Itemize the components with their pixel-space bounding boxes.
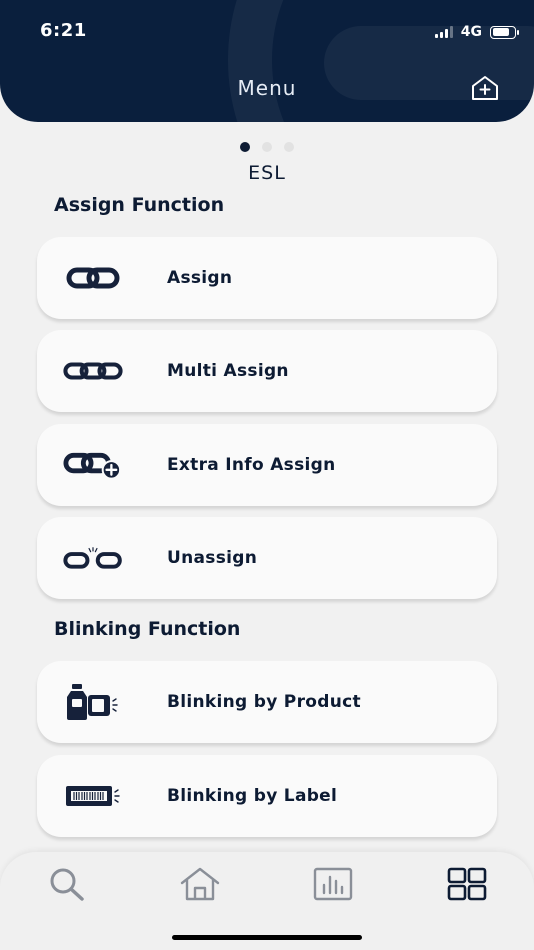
- header: 6:21 4G Menu: [0, 0, 534, 122]
- multi-assign-button[interactable]: Multi Assign: [37, 330, 497, 412]
- unassign-button[interactable]: Unassign: [37, 517, 497, 599]
- blinking-function-title: Blinking Function: [54, 618, 241, 640]
- multi-assign-label: Multi Assign: [167, 361, 289, 381]
- unlink-icon: [63, 535, 123, 581]
- page-dot[interactable]: [284, 142, 294, 152]
- product-blink-icon: [63, 679, 123, 725]
- assign-label: Assign: [167, 268, 233, 288]
- assign-function-title: Assign Function: [54, 194, 225, 216]
- blinking-by-product-button[interactable]: Blinking by Product: [37, 661, 497, 743]
- link-icon: [63, 255, 123, 301]
- grid-icon: [447, 867, 487, 901]
- home-icon: [180, 867, 220, 901]
- section-label: ESL: [248, 162, 286, 184]
- blinking-by-product-label: Blinking by Product: [167, 692, 361, 712]
- label-blink-icon: [63, 773, 123, 819]
- add-home-icon[interactable]: [470, 74, 500, 102]
- nav-search[interactable]: [45, 864, 89, 904]
- network-type: 4G: [460, 24, 482, 40]
- page-title: Menu: [237, 76, 297, 100]
- page-indicator[interactable]: [0, 142, 534, 152]
- home-indicator[interactable]: [172, 935, 362, 940]
- signal-icon: [434, 26, 453, 38]
- link-plus-icon: [63, 442, 123, 488]
- blinking-by-label-label: Blinking by Label: [167, 786, 338, 806]
- menu-screen: 6:21 4G Menu ESL Assign Function Assign: [0, 0, 534, 950]
- nav-home[interactable]: [178, 864, 222, 904]
- blinking-by-label-button[interactable]: Blinking by Label: [37, 755, 497, 837]
- page-dot-active[interactable]: [240, 142, 250, 152]
- nav-menu[interactable]: [445, 864, 489, 904]
- search-icon: [50, 868, 84, 901]
- battery-icon: [490, 25, 519, 39]
- page-dot[interactable]: [262, 142, 272, 152]
- extra-info-assign-button[interactable]: Extra Info Assign: [37, 424, 497, 506]
- unassign-label: Unassign: [167, 548, 258, 568]
- multi-link-icon: [63, 348, 123, 394]
- status-time: 6:21: [40, 20, 87, 41]
- assign-button[interactable]: Assign: [37, 237, 497, 319]
- extra-info-assign-label: Extra Info Assign: [167, 455, 336, 475]
- chart-icon: [313, 867, 353, 901]
- nav-statistics[interactable]: [311, 864, 355, 904]
- status-indicators: 4G: [434, 24, 519, 40]
